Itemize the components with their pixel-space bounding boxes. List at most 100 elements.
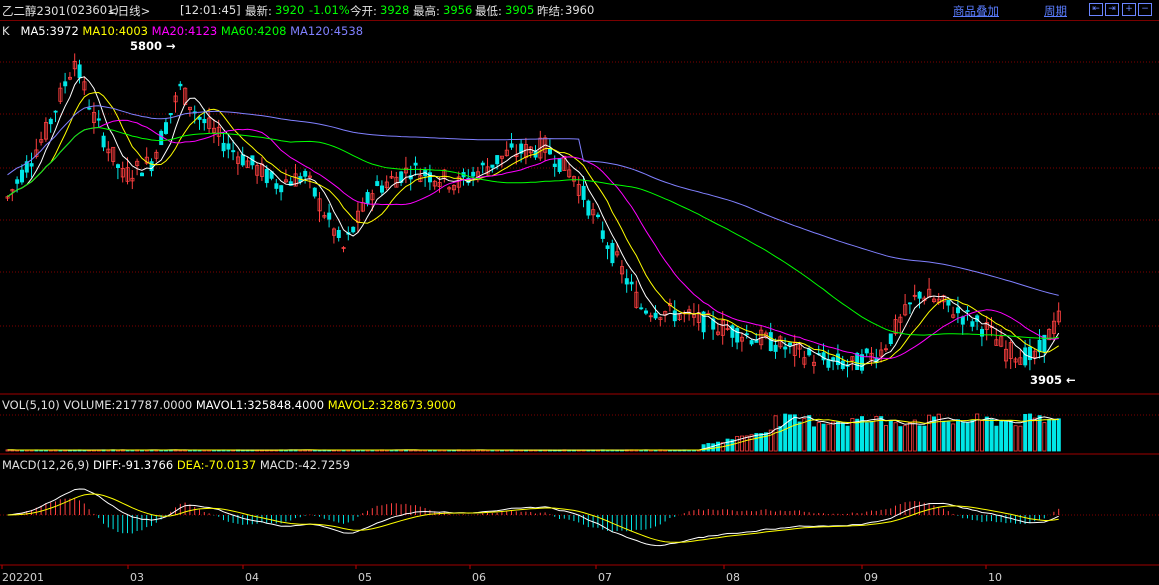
- volume-bar: [1004, 420, 1009, 452]
- volume-bar: [970, 419, 975, 452]
- quote-time: [12:01:45]: [180, 3, 241, 17]
- candle-body: [552, 163, 557, 168]
- ma60-line: [7, 126, 1059, 339]
- period-tag: <日线>: [108, 4, 151, 18]
- candle-body: [471, 171, 476, 177]
- x-axis-label: 08: [726, 571, 740, 584]
- diff-line: [7, 488, 1059, 547]
- volume-bar: [884, 425, 889, 452]
- candle-body: [581, 185, 586, 200]
- candle-body: [557, 157, 562, 172]
- overlay-commodity-link[interactable]: 商品叠加: [953, 3, 999, 19]
- x-axis-label: 202201: [2, 571, 44, 584]
- volume-bar: [989, 419, 994, 452]
- volume-bar: [999, 420, 1004, 452]
- volume-bar: [908, 422, 913, 452]
- candle-body: [116, 164, 121, 168]
- zoom-out-icon[interactable]: −: [1138, 3, 1152, 16]
- candle-body: [495, 155, 500, 165]
- candle-body: [96, 118, 101, 121]
- volume-bar: [716, 441, 721, 452]
- zoom-in-icon[interactable]: +: [1122, 3, 1136, 16]
- low-price: 3905: [505, 3, 535, 17]
- candle-body: [605, 245, 610, 249]
- candle-body: [351, 226, 356, 233]
- volume-bar: [879, 416, 884, 452]
- volume-bar: [869, 421, 874, 452]
- volume-bar: [893, 422, 898, 452]
- x-axis-label: 04: [245, 571, 259, 584]
- candle-body: [735, 328, 740, 343]
- expand-icon[interactable]: ⇥: [1105, 3, 1119, 16]
- volume-bar: [898, 426, 903, 452]
- candle-body: [730, 325, 735, 338]
- volume-bar: [1008, 420, 1013, 452]
- candle-body: [178, 83, 183, 87]
- volume-bar: [912, 419, 917, 452]
- x-axis-label: 06: [472, 571, 486, 584]
- candle-body: [365, 192, 370, 204]
- volume-bar: [980, 420, 985, 452]
- candle-body: [600, 230, 605, 239]
- candle-body: [19, 169, 24, 183]
- volume-bar: [836, 421, 841, 452]
- volume-bar: [903, 425, 908, 452]
- kline-chart[interactable]: 202201 03 04 05 06 07 08 09 10: [0, 21, 1159, 585]
- candle-body: [888, 333, 893, 344]
- candle-body: [15, 179, 20, 184]
- candle-body: [956, 307, 961, 314]
- volume-bar: [1037, 415, 1042, 452]
- candle-body: [379, 185, 384, 193]
- volume-bar: [956, 419, 961, 452]
- volume-bar: [711, 443, 716, 452]
- volume-bar: [792, 414, 797, 452]
- volume-bar: [965, 422, 970, 452]
- candle-body: [29, 163, 34, 167]
- candle-body: [826, 359, 831, 368]
- volume-bar: [850, 418, 855, 452]
- candle-body: [653, 312, 658, 319]
- candle-body: [490, 164, 495, 168]
- candle-body: [226, 143, 231, 150]
- volume-bar: [1052, 419, 1057, 452]
- latest-label: 最新:: [245, 4, 272, 18]
- volume-bar: [754, 433, 759, 452]
- volume-bar: [874, 415, 879, 452]
- candle-body: [1028, 346, 1033, 361]
- prev-settle: 3960: [565, 3, 595, 17]
- candle-body: [159, 130, 164, 146]
- candle-body: [586, 200, 591, 216]
- candle-body: [908, 302, 913, 305]
- low-label: 最低:: [475, 4, 502, 18]
- candle-body: [773, 344, 778, 352]
- candle-body: [336, 229, 341, 238]
- shrink-left-icon[interactable]: ⇤: [1089, 3, 1103, 16]
- candle-body: [917, 291, 922, 299]
- candle-body: [639, 307, 644, 310]
- open-label: 今开:: [350, 4, 377, 18]
- volume-bar: [1047, 419, 1052, 452]
- period-link[interactable]: 周期: [1044, 3, 1067, 19]
- volume-bar: [821, 423, 826, 452]
- candle-body: [87, 107, 92, 110]
- volume-bar: [1028, 413, 1033, 452]
- volume-bar: [802, 418, 807, 452]
- candle-body: [788, 342, 793, 346]
- candle-body: [783, 346, 788, 350]
- open-price: 3928: [380, 3, 410, 17]
- candle-body: [168, 113, 173, 116]
- candle-body: [965, 310, 970, 312]
- ma120-line: [7, 105, 1059, 296]
- high-price: 3956: [443, 3, 473, 17]
- candle-body: [48, 118, 53, 125]
- candle-body: [744, 333, 749, 336]
- candle-body: [221, 142, 226, 152]
- high-label: 最高:: [413, 4, 440, 18]
- prev-settle-label: 昨结:: [537, 4, 564, 18]
- volume-bar: [994, 425, 999, 452]
- candle-body: [946, 300, 951, 306]
- candle-body: [77, 64, 82, 79]
- latest-price: 3920: [275, 3, 305, 17]
- volume-bar: [1018, 425, 1023, 452]
- candle-body: [163, 122, 168, 134]
